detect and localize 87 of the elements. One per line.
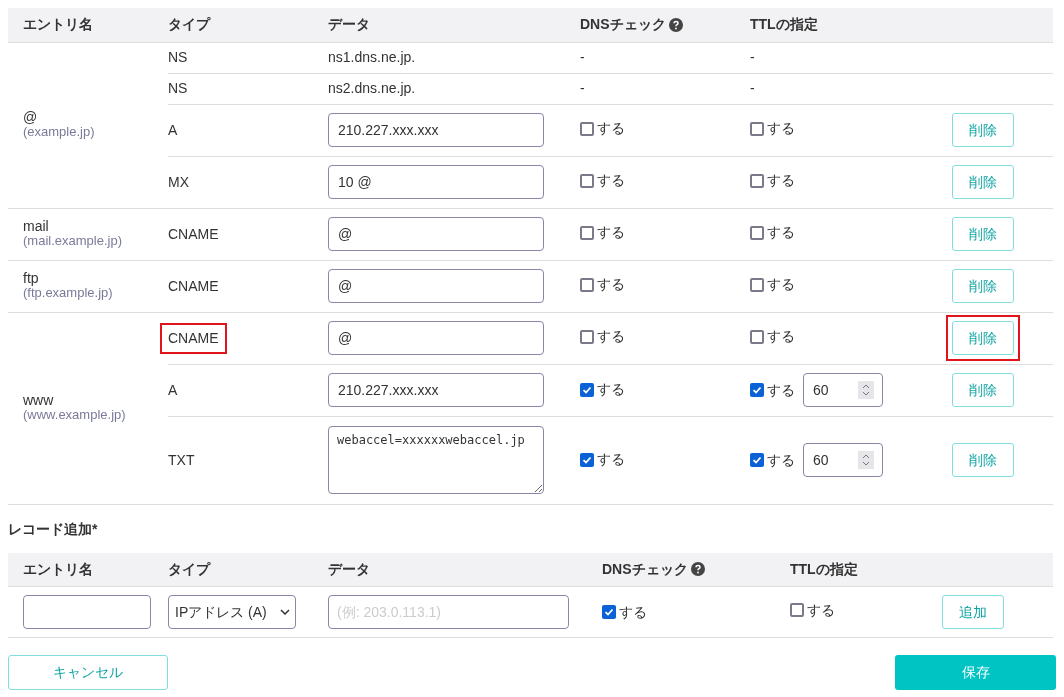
dns-value: - — [580, 80, 585, 96]
checkbox-label: する — [767, 275, 795, 295]
type-select[interactable]: IPアドレス (A) — [168, 595, 296, 629]
checkbox-label: する — [597, 275, 625, 295]
column-header: TTLの指定 — [790, 560, 858, 577]
checkbox-label: する — [767, 450, 795, 470]
checkbox-label: する — [597, 119, 625, 139]
checkbox[interactable] — [750, 225, 764, 240]
checkbox[interactable] — [750, 453, 764, 467]
entry-name-field[interactable] — [23, 595, 151, 629]
record-type: CNAME — [160, 322, 227, 354]
checkbox[interactable] — [580, 452, 594, 467]
checkbox[interactable] — [580, 277, 594, 292]
record-data: ns1.dns.ne.jp. — [328, 49, 416, 65]
checkbox[interactable] — [580, 329, 594, 344]
checkbox[interactable] — [750, 121, 764, 136]
record-type: CNAME — [168, 277, 219, 294]
spinner-icon[interactable] — [858, 381, 874, 399]
checkbox-label: する — [597, 380, 625, 400]
checkmark-icon — [582, 384, 592, 395]
entry-name: www — [23, 393, 55, 407]
checkbox-label: する — [597, 171, 625, 191]
checkbox-label: する — [597, 450, 625, 470]
checkbox-label: する — [767, 119, 795, 139]
column-header: TTLの指定 — [750, 16, 818, 33]
checkbox[interactable] — [750, 173, 764, 188]
checkmark-icon — [604, 607, 614, 617]
checkbox-label: する — [767, 327, 795, 347]
entry-domain: (mail.example.jp) — [23, 233, 123, 249]
ttl-field[interactable]: 60 — [803, 443, 883, 477]
ttl-value: - — [750, 80, 755, 96]
record-type: A — [168, 121, 178, 138]
checkbox-label: する — [767, 380, 795, 400]
data-field[interactable]: 10 @ — [328, 165, 544, 199]
help-icon[interactable] — [690, 562, 705, 577]
data-field[interactable]: @ — [328, 217, 544, 251]
ttl-field[interactable]: 60 — [803, 373, 883, 407]
checkbox[interactable] — [580, 121, 594, 136]
data-textarea[interactable]: webaccel=xxxxxxwebaccel.jp — [328, 426, 544, 494]
checkbox-label: する — [807, 600, 835, 620]
checkbox[interactable] — [750, 383, 764, 397]
data-field[interactable]: 210.227.xxx.xxx — [328, 373, 544, 407]
record-type: CNAME — [168, 225, 219, 242]
record-type: MX — [168, 173, 189, 190]
checkbox[interactable] — [750, 277, 764, 292]
ttl-value: - — [750, 49, 755, 65]
section-title: レコード追加* — [8, 519, 99, 539]
checkmark-icon — [752, 455, 762, 465]
checkbox-label: する — [767, 223, 795, 243]
chevron-down-icon — [280, 609, 290, 615]
checkbox-label: する — [597, 327, 625, 347]
record-data: ns2.dns.ne.jp. — [328, 80, 416, 96]
spinner-icon[interactable] — [858, 451, 874, 469]
entry-domain: (www.example.jp) — [23, 407, 127, 423]
entry-name: @ — [23, 110, 39, 124]
checkbox-label: する — [767, 171, 795, 191]
record-type: NS — [168, 49, 188, 65]
checkbox[interactable] — [790, 603, 804, 618]
data-field[interactable]: 210.227.xxx.xxx — [328, 113, 544, 147]
data-field[interactable]: @ — [328, 321, 544, 355]
checkbox[interactable] — [750, 329, 764, 344]
column-header: タイプ — [168, 16, 210, 33]
data-field[interactable]: @ — [328, 269, 544, 303]
entry-domain: (example.jp) — [23, 124, 96, 140]
checkmark-icon — [752, 385, 762, 395]
column-header: データ — [328, 560, 370, 577]
checkbox[interactable] — [580, 225, 594, 240]
column-header: データ — [328, 16, 370, 33]
dns-value: - — [580, 49, 585, 65]
record-type: A — [168, 381, 178, 398]
column-header: DNSチェック — [602, 559, 688, 579]
checkbox-label: する — [619, 602, 647, 622]
column-header: エントリ名 — [23, 560, 93, 577]
help-icon[interactable] — [668, 17, 683, 32]
record-type: TXT — [168, 451, 195, 468]
checkmark-icon — [582, 454, 592, 465]
column-header: エントリ名 — [23, 16, 93, 33]
entry-name: ftp — [23, 271, 40, 285]
column-header: タイプ — [168, 560, 210, 577]
record-type: NS — [168, 80, 188, 96]
checkbox[interactable] — [580, 382, 594, 397]
entry-name: mail — [23, 219, 50, 233]
checkbox[interactable] — [602, 605, 616, 619]
entry-domain: (ftp.example.jp) — [23, 285, 114, 301]
checkbox[interactable] — [580, 173, 594, 188]
column-header: DNSチェック — [580, 15, 666, 35]
checkbox-label: する — [597, 223, 625, 243]
